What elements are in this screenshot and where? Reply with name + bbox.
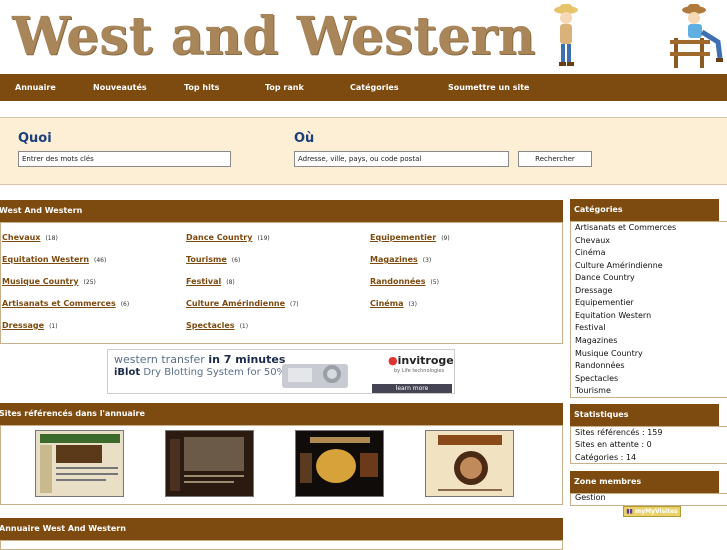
category-count: (9) bbox=[441, 235, 450, 242]
sidebar-category-link[interactable]: Musique Country bbox=[575, 349, 643, 358]
banner-brand: ●invitrogen bbox=[388, 354, 454, 367]
banner-brand-sub: by Life technologies bbox=[394, 368, 445, 374]
category-link-culture-amerindienne[interactable]: Culture Amérindienne (7) bbox=[186, 299, 299, 308]
sidebar-category-link[interactable]: Equipementier bbox=[575, 298, 634, 307]
search-button[interactable]: Rechercher bbox=[518, 151, 592, 167]
stat-sites-pending: Sites en attente : 0 bbox=[575, 440, 652, 449]
category-count: (5) bbox=[430, 279, 439, 286]
sidebar-category-link[interactable]: Dance Country bbox=[575, 273, 635, 282]
category-count: (6) bbox=[231, 257, 241, 264]
annuaire-panel-title: Annuaire West And Western bbox=[0, 518, 563, 540]
sidebar-category-link[interactable]: Equitation Western bbox=[575, 311, 651, 320]
category-count: (3) bbox=[422, 257, 432, 264]
category-link-dressage[interactable]: Dressage (1) bbox=[2, 321, 58, 330]
sidebar-category-link[interactable]: Magazines bbox=[575, 336, 617, 345]
members-gestion-link[interactable]: Gestion bbox=[575, 493, 606, 502]
category-link-musique-country[interactable]: Musique Country (25) bbox=[2, 277, 96, 286]
site-thumbnail[interactable] bbox=[165, 430, 254, 497]
category-link-dance-country[interactable]: Dance Country (19) bbox=[186, 233, 270, 242]
category-link-artisanats[interactable]: Artisanats et Commerces (6) bbox=[2, 299, 129, 308]
category-link-cinema[interactable]: Cinéma (3) bbox=[370, 299, 417, 308]
location-input[interactable]: Adresse, ville, pays, ou code postal bbox=[294, 151, 509, 167]
nav-categories[interactable]: Catégories bbox=[350, 74, 399, 101]
category-count: (6) bbox=[120, 301, 130, 308]
main-nav: Annuaire Nouveautés Top hits Top rank Ca… bbox=[0, 74, 727, 101]
category-count: (46) bbox=[94, 257, 107, 264]
stat-sites-referenced: Sites référencés : 159 bbox=[575, 428, 663, 437]
nav-top-hits[interactable]: Top hits bbox=[184, 74, 219, 101]
keywords-input[interactable]: Entrer des mots clés bbox=[18, 151, 231, 167]
category-count: (19) bbox=[257, 235, 270, 242]
search-bar: Quoi Entrer des mots clés Où Adresse, vi… bbox=[0, 117, 727, 185]
what-label: Quoi bbox=[18, 131, 52, 146]
banner-subline: iBlot Dry Blotting System for 50% off bbox=[114, 367, 303, 378]
sidebar-categories-title: Catégories bbox=[570, 199, 719, 221]
category-count: (3) bbox=[408, 301, 417, 308]
category-count: (8) bbox=[226, 279, 235, 286]
site-header: West and Western bbox=[0, 0, 727, 74]
category-grid: Chevaux (18) Dance Country (19) Equipement… bbox=[0, 222, 563, 344]
sidebar-category-link[interactable]: Chevaux bbox=[575, 236, 610, 245]
annuaire-panel-body bbox=[0, 540, 563, 550]
category-link-randonnees[interactable]: Randonnées (5) bbox=[370, 277, 439, 286]
category-count: (1) bbox=[239, 323, 249, 330]
nav-nouveautes[interactable]: Nouveautés bbox=[93, 74, 147, 101]
site-thumbnail[interactable] bbox=[295, 430, 384, 497]
site-thumbnail[interactable] bbox=[35, 430, 124, 497]
main-panel-title: West And Western bbox=[0, 200, 563, 222]
category-count: (7) bbox=[290, 301, 299, 308]
brand-mark-icon: ● bbox=[388, 354, 398, 367]
category-link-chevaux[interactable]: Chevaux (18) bbox=[2, 233, 58, 242]
cowboy-mascot-icon bbox=[554, 4, 578, 66]
sidebar-category-link[interactable]: Artisanats et Commerces bbox=[575, 223, 676, 232]
stat-categories: Catégories : 14 bbox=[575, 453, 637, 462]
sidebar-category-link[interactable]: Dressage bbox=[575, 286, 612, 295]
nav-submit-site[interactable]: Soumettre un site bbox=[448, 74, 529, 101]
banner-headline: western transfer in 7 minutes bbox=[114, 353, 286, 366]
category-link-equipementier[interactable]: Equipementier (9) bbox=[370, 233, 450, 242]
nav-top-rank[interactable]: Top rank bbox=[265, 74, 304, 101]
sidebar-members-title: Zone membres bbox=[570, 471, 719, 493]
category-link-festival[interactable]: Festival (8) bbox=[186, 277, 235, 286]
where-label: Où bbox=[294, 131, 315, 146]
visit-counter-badge[interactable]: ▮▮ myMyVisites bbox=[623, 506, 681, 517]
sidebar-category-link[interactable]: Culture Amérindienne bbox=[575, 261, 663, 270]
category-count: (25) bbox=[83, 279, 96, 286]
sidebar-category-link[interactable]: Festival bbox=[575, 323, 605, 332]
category-link-tourisme[interactable]: Tourisme (6) bbox=[186, 255, 240, 264]
category-count: (18) bbox=[45, 235, 58, 242]
category-count: (1) bbox=[49, 323, 58, 330]
category-link-equitation-western[interactable]: Equitation Western (46) bbox=[2, 255, 106, 264]
blotting-device-icon bbox=[282, 364, 348, 388]
category-link-magazines[interactable]: Magazines (3) bbox=[370, 255, 431, 264]
cowboy-on-fence-icon bbox=[670, 4, 723, 68]
sidebar-category-link[interactable]: Spectacles bbox=[575, 374, 618, 383]
site-logo[interactable]: West and Western bbox=[12, 6, 535, 68]
sidebar-category-link[interactable]: Tourisme bbox=[575, 386, 611, 395]
sidebar-stats-title: Statistiques bbox=[570, 404, 719, 426]
sidebar-category-link[interactable]: Cinéma bbox=[575, 248, 606, 257]
sites-panel-title: Sites référencés dans l'annuaire bbox=[0, 403, 563, 425]
category-link-spectacles[interactable]: Spectacles (1) bbox=[186, 321, 248, 330]
sidebar-category-link[interactable]: Randonnées bbox=[575, 361, 624, 370]
advertisement-banner[interactable]: western transfer in 7 minutes iBlot Dry … bbox=[107, 349, 455, 394]
site-thumbnail[interactable] bbox=[425, 430, 514, 497]
banner-learn-more-button[interactable]: learn more bbox=[372, 384, 452, 393]
counter-bars-icon: ▮▮ bbox=[626, 508, 633, 515]
nav-annuaire[interactable]: Annuaire bbox=[15, 74, 56, 101]
